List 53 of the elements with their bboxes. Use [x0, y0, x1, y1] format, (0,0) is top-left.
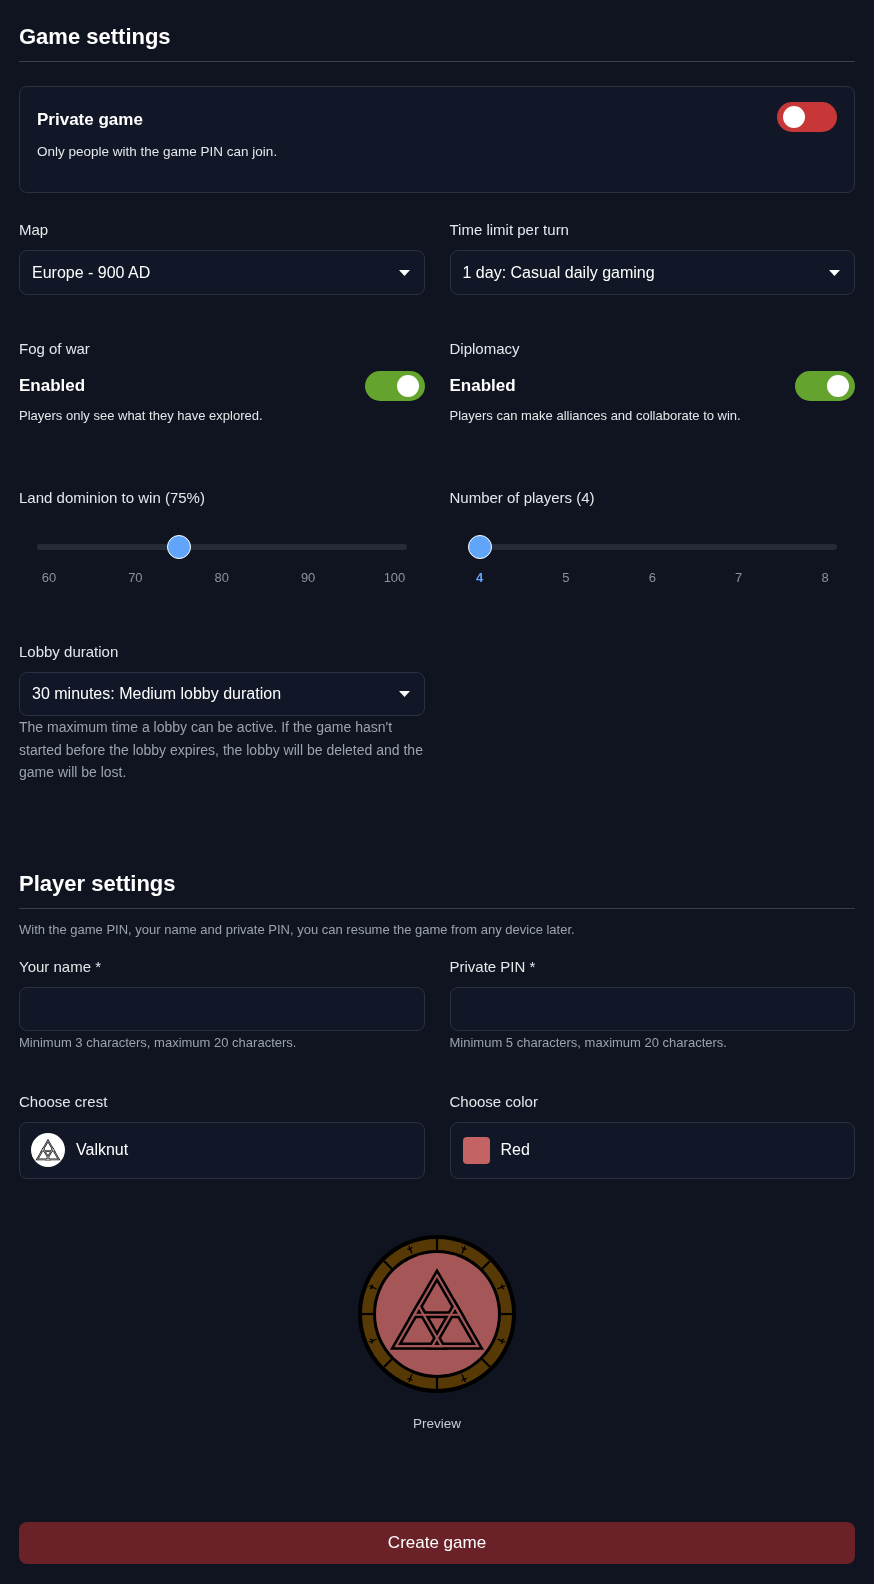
field-label: Choose color	[449, 1091, 539, 1112]
toggle-switch[interactable]	[364, 371, 425, 401]
caret-icon	[398, 269, 410, 276]
field-label: Number of players (4)	[449, 488, 596, 508]
create-game-button[interactable]: Create game	[19, 1521, 855, 1564]
tick-label: 4	[475, 570, 484, 586]
status-label: Enabled	[449, 375, 516, 398]
tick-label: 80	[214, 570, 229, 586]
field-label: Time limit per turn	[449, 220, 570, 240]
slider[interactable]	[467, 535, 837, 559]
toggle-switch[interactable]	[777, 102, 837, 132]
section-heading: Player settings	[19, 869, 855, 909]
tick-label: 60	[41, 570, 57, 586]
valknut-icon	[31, 1133, 65, 1167]
field-label: Diplomacy	[449, 339, 521, 359]
tick-label: 6	[648, 570, 656, 586]
field-label: Map	[19, 220, 50, 240]
dropdown-select[interactable]: Europe - 900 AD	[19, 250, 425, 295]
text-input-field[interactable]	[19, 986, 425, 1031]
field-description: Players only see what they have explored.	[19, 407, 264, 425]
dropdown-select[interactable]: 30 minutes: Medium lobby duration	[19, 672, 425, 716]
field-label: Fog of war	[19, 339, 91, 359]
field-label: Choose crest	[19, 1091, 109, 1112]
color-select[interactable]: Red	[449, 1121, 855, 1179]
field-help-text: The maximum time a lobby can be active. If the game hasn't started before the lobby expires, the lobby will be deleted and the game will be lost.	[19, 718, 424, 782]
tick-label: 7	[735, 570, 743, 586]
text-input-field[interactable]	[449, 986, 855, 1031]
field-label: Land dominion to win (75%)	[19, 488, 206, 508]
field-hint: Minimum 5 characters, maximum 20 characters.	[449, 1033, 728, 1052]
tick-label: 70	[128, 570, 143, 586]
field-label: Lobby duration	[19, 642, 120, 662]
tick-label: 5	[562, 570, 570, 586]
field-hint: Minimum 3 characters, maximum 20 characters.	[19, 1033, 298, 1052]
field-label: Your name *	[19, 956, 102, 977]
card-description: Only people with the game PIN can join.	[37, 143, 278, 161]
crest-select[interactable]: Valknut	[19, 1121, 425, 1179]
tick-label: 90	[300, 570, 316, 586]
caret-icon	[398, 691, 410, 697]
slider-thumb[interactable]	[166, 535, 191, 559]
dropdown-select[interactable]: 1 day: Casual daily gaming	[449, 250, 855, 295]
slider[interactable]	[37, 535, 407, 559]
status-label: Enabled	[19, 375, 86, 398]
field-label: Private PIN *	[449, 956, 537, 977]
card-title: Private game	[37, 109, 144, 131]
field-description: Players can make alliances and collaborate to win.	[449, 407, 742, 425]
slider-thumb[interactable]	[467, 535, 492, 559]
tick-label: 100	[383, 570, 406, 586]
section-heading: Game settings	[19, 0, 855, 62]
preview-label: Preview	[413, 1414, 461, 1433]
tick-label: 8	[821, 570, 829, 586]
caret-icon	[829, 269, 840, 276]
section-description: With the game PIN, your name and private PIN, you can resume the game from any device later.	[19, 920, 576, 939]
toggle-switch[interactable]	[795, 371, 855, 401]
